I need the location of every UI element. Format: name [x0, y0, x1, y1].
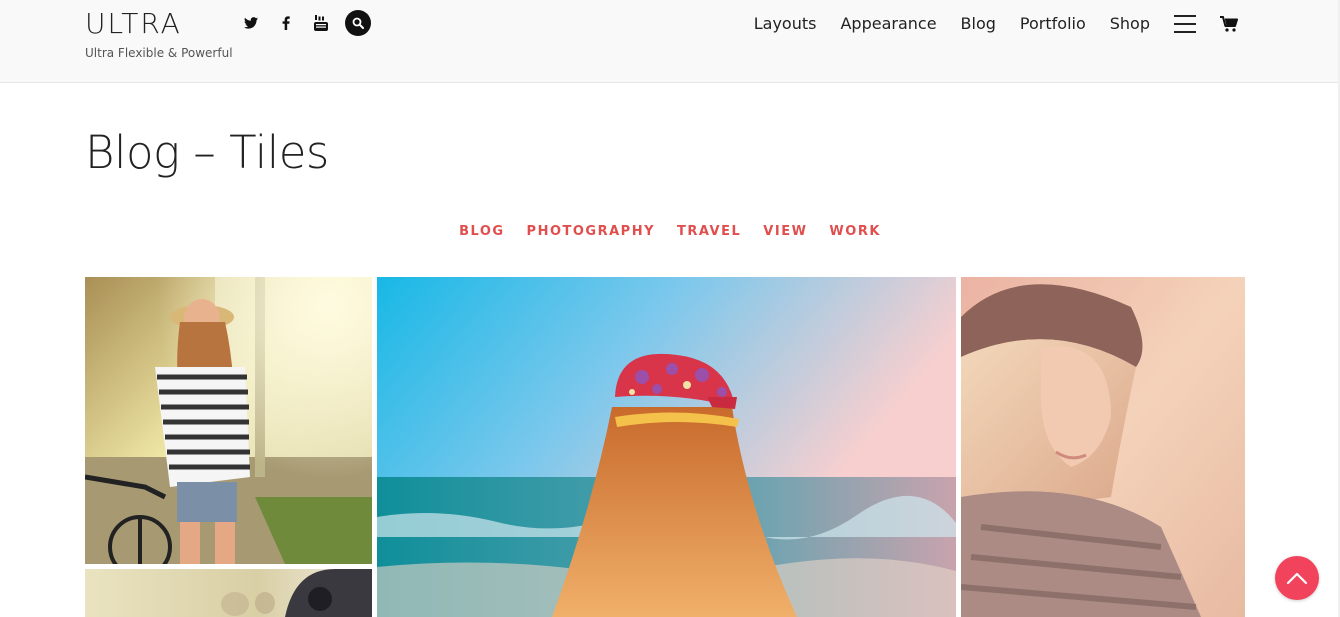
filter-work[interactable]: WORK — [829, 222, 880, 242]
site-logo[interactable]: ULTRA — [85, 8, 233, 40]
post-tile-image[interactable] — [377, 277, 956, 617]
page-title: Blog – Tiles — [85, 126, 329, 179]
hamburger-menu-icon[interactable] — [1174, 15, 1196, 33]
social-links — [240, 10, 371, 36]
scroll-to-top-button[interactable] — [1275, 556, 1319, 600]
filter-photography[interactable]: PHOTOGRAPHY — [527, 222, 655, 242]
filter-blog[interactable]: BLOG — [459, 222, 504, 242]
site-header: ULTRA Ultra Flexible & Powerful Layouts … — [0, 0, 1340, 83]
twitter-icon[interactable] — [240, 12, 262, 34]
facebook-icon[interactable] — [275, 12, 297, 34]
post-tile-image[interactable] — [961, 277, 1245, 617]
filter-travel[interactable]: TRAVEL — [677, 222, 741, 242]
nav-item-portfolio[interactable]: Portfolio — [1020, 11, 1086, 37]
brand[interactable]: ULTRA Ultra Flexible & Powerful — [85, 8, 233, 61]
category-filters: BLOG PHOTOGRAPHY TRAVEL VIEW WORK — [0, 222, 1340, 242]
shopping-cart-icon[interactable] — [1218, 13, 1240, 35]
post-tile-image[interactable] — [85, 277, 372, 564]
search-icon[interactable] — [345, 10, 371, 36]
main-nav: Layouts Appearance Blog Portfolio Shop — [730, 11, 1240, 37]
nav-item-appearance[interactable]: Appearance — [840, 11, 936, 37]
youtube-icon[interactable] — [310, 12, 332, 34]
nav-item-blog[interactable]: Blog — [961, 11, 996, 37]
filter-view[interactable]: VIEW — [763, 222, 807, 242]
chevron-up-icon — [1286, 572, 1308, 585]
nav-item-layouts[interactable]: Layouts — [754, 11, 817, 37]
nav-item-shop[interactable]: Shop — [1110, 11, 1150, 37]
post-tile-image[interactable] — [85, 569, 372, 617]
site-tagline: Ultra Flexible & Powerful — [85, 46, 233, 60]
